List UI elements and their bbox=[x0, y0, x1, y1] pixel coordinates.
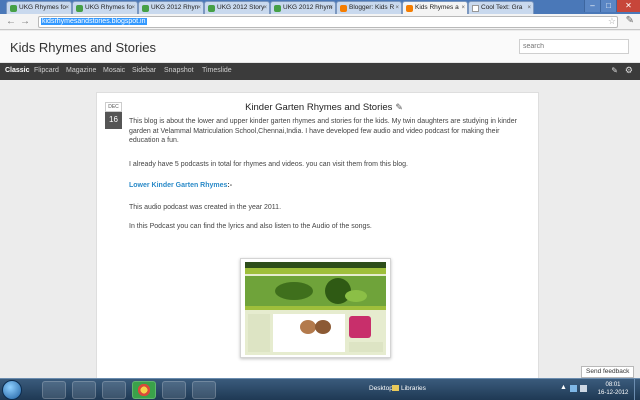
show-desktop-button[interactable] bbox=[634, 379, 640, 400]
back-button[interactable]: ← bbox=[4, 15, 18, 29]
close-window-button[interactable]: ✕ bbox=[616, 0, 640, 12]
paint-icon[interactable] bbox=[192, 381, 216, 399]
green-doc-icon bbox=[10, 5, 17, 12]
post-paragraph: In this Podcast you can find the lyrics … bbox=[129, 223, 372, 230]
post-title: Kinder Garten Rhymes and Stories ✎ bbox=[130, 102, 518, 113]
network-icon[interactable] bbox=[162, 381, 186, 399]
green-doc-icon bbox=[208, 5, 215, 12]
tab-label: UKG Rhymes fo bbox=[19, 4, 66, 11]
taskbar-libraries-toolbar[interactable]: Libraries bbox=[392, 385, 426, 392]
back-arrow-icon: ← bbox=[6, 16, 16, 27]
clock-date: 16-12-2012 bbox=[597, 390, 629, 396]
green-doc-icon bbox=[142, 5, 149, 12]
close-tab-icon[interactable]: × bbox=[527, 2, 531, 14]
close-tab-icon[interactable]: × bbox=[131, 2, 135, 14]
close-tab-icon[interactable]: × bbox=[329, 2, 333, 14]
browser-tab[interactable]: UKG Rhymes fo × bbox=[72, 1, 138, 14]
view-snapshot[interactable]: Snapshot bbox=[164, 67, 194, 74]
blogger-icon bbox=[406, 5, 413, 12]
podcast-screenshot-image[interactable] bbox=[240, 258, 391, 358]
browser-tab[interactable]: Cool Text: Gra × bbox=[468, 1, 534, 14]
tab-label: UKG 2012 Rhym bbox=[283, 4, 333, 11]
green-doc-icon bbox=[274, 5, 281, 12]
tray-expand-icon[interactable]: ▲ bbox=[560, 384, 567, 391]
close-tab-icon[interactable]: × bbox=[197, 2, 201, 14]
view-mosaic[interactable]: Mosaic bbox=[103, 67, 125, 74]
wrench-menu-icon[interactable]: ✎ bbox=[626, 15, 634, 26]
tab-label: UKG Rhymes fo bbox=[85, 4, 132, 11]
browser-toolbar: ← → kidsrhymesandstories.blogspot.in ☆ ✎ bbox=[0, 14, 640, 30]
windows-taskbar: Desktop Libraries ▲ 08:01 16-12-2012 bbox=[0, 378, 640, 400]
lower-kg-rhymes-suffix: :- bbox=[227, 182, 233, 189]
podcast-screenshot-content bbox=[245, 262, 386, 355]
view-sidebar[interactable]: Sidebar bbox=[132, 67, 156, 74]
view-timeslide[interactable]: Timeslide bbox=[202, 67, 232, 74]
post-title-text[interactable]: Kinder Garten Rhymes and Stories bbox=[245, 102, 392, 113]
blogger-icon bbox=[340, 5, 347, 12]
browser-tab[interactable]: UKG 2012 Story × bbox=[204, 1, 270, 14]
taskbar-desktop-toolbar[interactable]: Desktop bbox=[369, 385, 393, 392]
close-tab-icon[interactable]: × bbox=[395, 2, 399, 14]
dynamic-views-bar: Classic Flipcard Magazine Mosaic Sidebar… bbox=[0, 63, 640, 80]
post-paragraph: This blog is about the lower and upper k… bbox=[129, 118, 517, 144]
tab-label: UKG 2012 Story bbox=[217, 4, 265, 11]
post-paragraph: I already have 5 podcasts in total for r… bbox=[129, 161, 408, 168]
date-day: 16 bbox=[105, 112, 122, 129]
browser-tab[interactable]: Blogger: Kids R × bbox=[336, 1, 402, 14]
post-paragraph: This audio podcast was created in the ye… bbox=[129, 204, 282, 211]
edit-pencil-icon[interactable]: ✎ bbox=[611, 66, 618, 75]
network-tray-icon[interactable] bbox=[570, 385, 577, 392]
doc-icon bbox=[472, 5, 479, 12]
address-url: kidsrhymesandstories.blogspot.in bbox=[41, 18, 147, 25]
browser-tab[interactable]: UKG 2012 Rhym × bbox=[270, 1, 336, 14]
view-flipcard[interactable]: Flipcard bbox=[34, 67, 59, 74]
address-bar[interactable]: kidsrhymesandstories.blogspot.in bbox=[38, 16, 618, 28]
media-player-icon[interactable] bbox=[102, 381, 126, 399]
forward-button[interactable]: → bbox=[18, 15, 32, 29]
tab-label: UKG 2012 Rhyn bbox=[151, 4, 199, 11]
lower-kg-rhymes-link[interactable]: Lower Kinder Garten Rhymes bbox=[129, 182, 227, 189]
date-month: DEC bbox=[105, 102, 122, 112]
clock-time: 08:01 bbox=[605, 382, 621, 388]
view-classic[interactable]: Classic bbox=[5, 67, 30, 74]
blog-content-area: DEC 16 Kinder Garten Rhymes and Stories ✎… bbox=[0, 80, 640, 378]
green-doc-icon bbox=[76, 5, 83, 12]
maximize-button[interactable]: □ bbox=[600, 0, 616, 12]
tab-label: Blogger: Kids R bbox=[349, 4, 395, 11]
gear-icon[interactable]: ⚙ bbox=[625, 65, 633, 76]
forward-arrow-icon: → bbox=[20, 16, 30, 27]
start-button[interactable] bbox=[2, 380, 22, 400]
tab-label: Cool Text: Gra bbox=[481, 4, 523, 11]
close-tab-icon[interactable]: × bbox=[461, 2, 465, 14]
close-tab-icon[interactable]: × bbox=[263, 2, 267, 14]
volume-tray-icon[interactable] bbox=[580, 385, 587, 392]
browser-tab[interactable]: Kids Rhymes a × bbox=[402, 1, 468, 14]
browser-tab-strip: UKG Rhymes fo × UKG Rhymes fo × UKG 2012 Rhy… bbox=[0, 0, 640, 14]
date-badge: DEC 16 bbox=[105, 102, 122, 132]
search-input[interactable] bbox=[519, 39, 629, 54]
view-magazine[interactable]: Magazine bbox=[66, 67, 96, 74]
browser-tab[interactable]: UKG Rhymes fo × bbox=[6, 1, 72, 14]
tab-label: Kids Rhymes a bbox=[415, 4, 459, 11]
edit-pencil-icon[interactable]: ✎ bbox=[395, 102, 403, 112]
window-controls: – □ ✕ bbox=[584, 0, 640, 13]
internet-explorer-icon[interactable] bbox=[42, 381, 66, 399]
lower-kg-rhymes-heading: Lower Kinder Garten Rhymes:- bbox=[129, 182, 232, 189]
blog-header: Kids Rhymes and Stories bbox=[0, 31, 640, 63]
blog-title[interactable]: Kids Rhymes and Stories bbox=[10, 40, 156, 55]
chrome-icon[interactable] bbox=[132, 381, 156, 399]
browser-tab[interactable]: UKG 2012 Rhyn × bbox=[138, 1, 204, 14]
send-feedback-button[interactable]: Send feedback bbox=[581, 366, 635, 378]
bookmark-star-icon[interactable]: ☆ bbox=[608, 16, 616, 27]
close-tab-icon[interactable]: × bbox=[65, 2, 69, 14]
minimize-button[interactable]: – bbox=[584, 0, 600, 12]
system-clock[interactable]: 08:01 16-12-2012 bbox=[596, 381, 630, 397]
folder-icon[interactable] bbox=[72, 381, 96, 399]
